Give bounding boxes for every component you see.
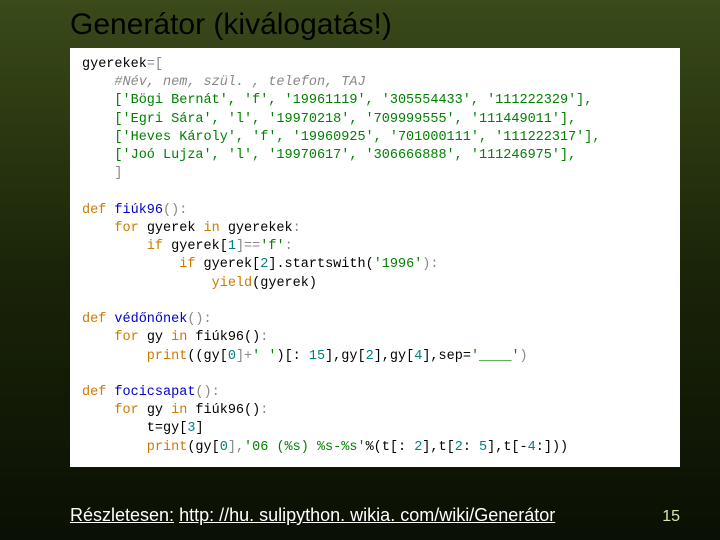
code-num: 5 [479, 440, 487, 455]
code-string: '____' [471, 349, 520, 364]
code-comment: #Név, nem, szül. , telefon, TAJ [82, 75, 366, 90]
code-num: 2 [455, 440, 463, 455]
code-token: gyerekek [82, 57, 147, 72]
code-ident: ],gy[ [325, 349, 366, 364]
code-funcname: fiúk96 [114, 203, 163, 218]
page-number: 15 [662, 508, 680, 526]
code-token: ) [520, 349, 528, 364]
code-token: ]+ [236, 349, 252, 364]
code-string: 'f' [260, 239, 284, 254]
code-token: (): [187, 312, 211, 327]
code-token: =[ [147, 57, 163, 72]
code-token: ], [228, 440, 244, 455]
code-num: 0 [220, 440, 228, 455]
code-num: 0 [228, 349, 236, 364]
code-ident: ],sep= [422, 349, 471, 364]
code-string: ['Bögi Bernát', 'f', '19961119', '305554… [82, 93, 592, 108]
code-ident: ] [195, 421, 203, 436]
code-ident: ((gy[ [187, 349, 228, 364]
code-ident: fiúk96() [195, 330, 260, 345]
code-num: 4 [528, 440, 536, 455]
code-ident: :])) [536, 440, 568, 455]
code-ident: ],t[- [487, 440, 528, 455]
code-ident: )[: [276, 349, 308, 364]
code-ident: gy [147, 330, 163, 345]
code-ident: (gy[ [187, 440, 219, 455]
code-keyword: print [82, 440, 187, 455]
code-keyword: in [163, 403, 195, 418]
code-string: ['Egri Sára', 'l', '19970218', '70999955… [82, 112, 576, 127]
code-funcname: védőnőnek [114, 312, 187, 327]
code-num: 1 [228, 239, 236, 254]
code-ident: ],gy[ [374, 349, 415, 364]
code-string: ['Heves Károly', 'f', '19960925', '70100… [82, 130, 600, 145]
code-token: (): [163, 203, 187, 218]
code-keyword: def [82, 203, 114, 218]
code-ident: gyerek[ [204, 257, 261, 272]
code-string: ' ' [252, 349, 276, 364]
code-keyword: for [82, 330, 147, 345]
code-token: : [293, 221, 301, 236]
code-ident: gy [147, 403, 163, 418]
code-ident: gyerek [147, 221, 196, 236]
code-ident: (gyerek) [252, 276, 317, 291]
code-ident: t=gy[ [82, 421, 187, 436]
code-token: ] [82, 166, 123, 181]
code-keyword: in [163, 330, 195, 345]
footer-link-line: Részletesen: http: //hu. sulipython. wik… [70, 505, 555, 526]
code-token: ]== [236, 239, 260, 254]
code-ident: %(t[: [366, 440, 415, 455]
code-string: '1996' [374, 257, 423, 272]
code-keyword: print [82, 349, 187, 364]
code-ident: fiúk96() [195, 403, 260, 418]
code-token: : [260, 330, 268, 345]
code-ident: : [463, 440, 479, 455]
code-ident: gyerekek [228, 221, 293, 236]
code-ident: ].startswith( [268, 257, 373, 272]
code-keyword: in [195, 221, 227, 236]
code-keyword: if [82, 257, 204, 272]
code-string: '06 (%s) %s-%s' [244, 440, 366, 455]
code-token: : [260, 403, 268, 418]
code-block: gyerekek=[ #Név, nem, szül. , telefon, T… [70, 48, 680, 467]
code-content: gyerekek=[ #Név, nem, szül. , telefon, T… [82, 56, 668, 457]
code-keyword: yield [82, 276, 252, 291]
code-keyword: def [82, 312, 114, 327]
code-keyword: if [82, 239, 171, 254]
code-ident: gyerek[ [171, 239, 228, 254]
code-keyword: def [82, 385, 114, 400]
slide-title: Generátor (kiválogatás!) [0, 0, 720, 48]
code-num: 2 [366, 349, 374, 364]
code-string: ['Joó Lujza', 'l', '19970617', '30666688… [82, 148, 576, 163]
code-token: : [285, 239, 293, 254]
code-num: 15 [309, 349, 325, 364]
footer: Részletesen: http: //hu. sulipython. wik… [70, 505, 680, 526]
code-token: ): [422, 257, 438, 272]
footer-link[interactable]: http: //hu. sulipython. wikia. com/wiki/… [179, 505, 555, 525]
code-token: (): [195, 385, 219, 400]
code-funcname: focicsapat [114, 385, 195, 400]
footer-label: Részletesen: [70, 505, 174, 525]
code-keyword: for [82, 221, 147, 236]
code-keyword: for [82, 403, 147, 418]
code-ident: ],t[ [422, 440, 454, 455]
